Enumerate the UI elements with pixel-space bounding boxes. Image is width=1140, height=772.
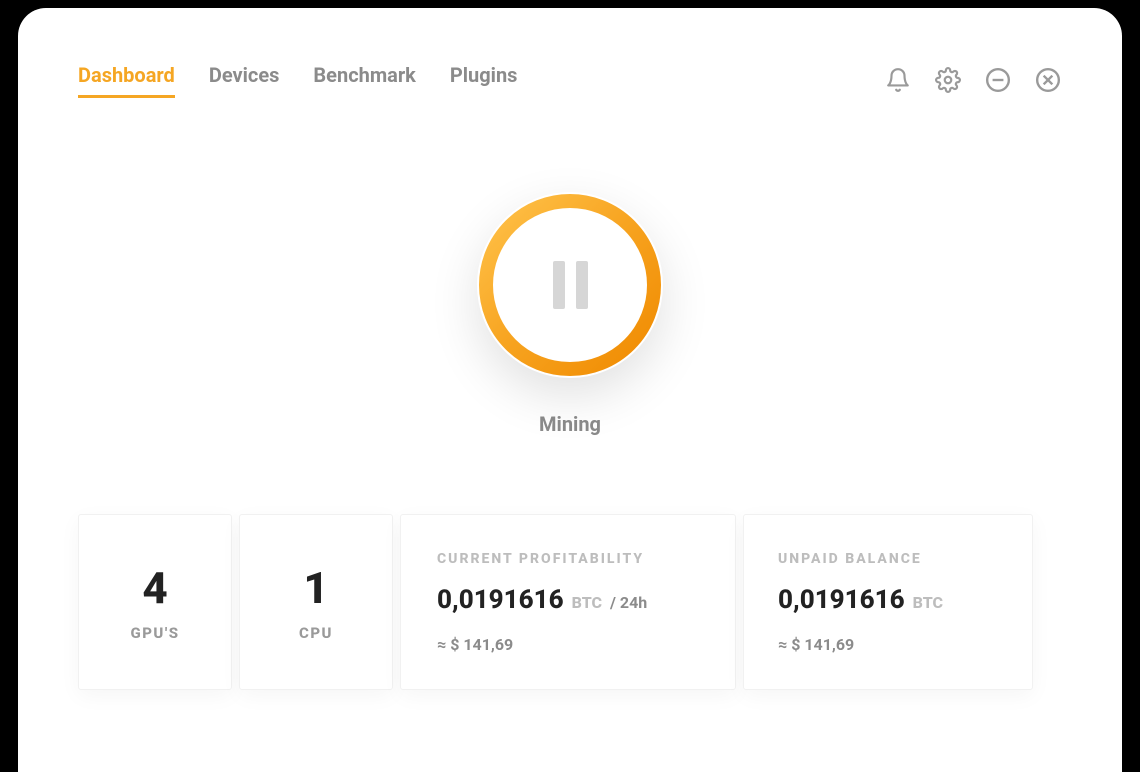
stats-row: 4 GPU'S 1 CPU CURRENT PROFITABILITY 0,01… [78, 514, 1062, 690]
balance-amount: 0,0191616 BTC [778, 585, 1000, 615]
bell-icon[interactable] [884, 66, 912, 94]
profitability-amount: 0,0191616 BTC / 24h [437, 585, 703, 615]
tab-plugins[interactable]: Plugins [450, 63, 518, 98]
top-bar: Dashboard Devices Benchmark Plugins [78, 56, 1062, 104]
stat-card-balance: UNPAID BALANCE 0,0191616 BTC ≈ $ 141,69 [743, 514, 1033, 690]
close-icon[interactable] [1034, 66, 1062, 94]
stat-card-cpu: 1 CPU [239, 514, 393, 690]
minimize-icon[interactable] [984, 66, 1012, 94]
profitability-btc: 0,0191616 [437, 585, 564, 615]
mining-toggle-button[interactable] [477, 192, 663, 378]
balance-unit: BTC [913, 593, 943, 612]
cpu-value: 1 [303, 562, 328, 614]
mining-status-label: Mining [539, 412, 601, 436]
gpus-label: GPU'S [130, 624, 179, 642]
window-controls [884, 66, 1062, 94]
gpus-value: 4 [142, 562, 167, 614]
tab-devices[interactable]: Devices [209, 63, 280, 98]
profitability-per: / 24h [610, 593, 647, 612]
profitability-approx: ≈ $ 141,69 [437, 635, 703, 654]
tab-dashboard[interactable]: Dashboard [78, 63, 175, 98]
app-window: Dashboard Devices Benchmark Plugins [18, 8, 1122, 772]
tab-benchmark[interactable]: Benchmark [313, 63, 415, 98]
nav-tabs: Dashboard Devices Benchmark Plugins [78, 63, 517, 98]
cpu-label: CPU [299, 624, 333, 642]
gear-icon[interactable] [934, 66, 962, 94]
profitability-title: CURRENT PROFITABILITY [437, 551, 703, 567]
mining-control: Mining [78, 192, 1062, 436]
stat-card-profitability: CURRENT PROFITABILITY 0,0191616 BTC / 24… [400, 514, 736, 690]
balance-approx: ≈ $ 141,69 [778, 635, 1000, 654]
balance-title: UNPAID BALANCE [778, 551, 1000, 567]
stat-card-gpus: 4 GPU'S [78, 514, 232, 690]
profitability-unit: BTC [572, 593, 602, 612]
balance-btc: 0,0191616 [778, 585, 905, 615]
